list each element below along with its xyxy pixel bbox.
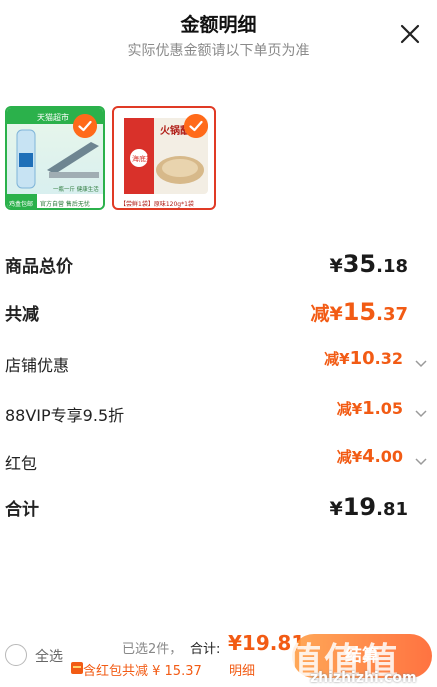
vip-discount-label: 88VIP专享9.5折 (5, 406, 125, 425)
red-packet-label: 红包 (5, 454, 38, 473)
svg-text:官方自营 售后无忧: 官方自营 售后无忧 (40, 200, 90, 208)
svg-text:鸡盒包邮: 鸡盒包邮 (9, 200, 33, 208)
grand-total-value: ¥19.81 (329, 493, 408, 521)
page-subtitle: 实际优惠金额请以下单页为准 (127, 43, 310, 59)
select-all-label[interactable]: 全选 (35, 646, 63, 666)
chevron-down-icon[interactable] (414, 356, 428, 370)
row-red-packet[interactable]: 红包 减¥4.00 (5, 444, 433, 480)
watermark-url: zhizhizhi.com (310, 670, 417, 686)
chevron-down-icon[interactable] (414, 454, 428, 468)
vip-discount-value: 减¥1.05 (336, 398, 403, 419)
chevron-down-icon[interactable] (414, 406, 428, 420)
row-grand-total: 合计 ¥19.81 (5, 491, 433, 527)
total-discount-value: 减¥15.37 (310, 298, 408, 326)
total-discount-label: 共减 (5, 305, 39, 325)
product-thumb-sauce[interactable]: 海底捞 火锅蘸料 【尝鲜1袋】原味120g*1袋 (112, 106, 216, 210)
row-goods-total: 商品总价 ¥35.18 (5, 248, 433, 284)
select-all-radio[interactable] (5, 644, 27, 666)
goods-total-label: 商品总价 (5, 257, 73, 277)
red-packet-note: 含红包共减 ¥ 15.37 (83, 664, 202, 679)
close-icon[interactable] (398, 22, 422, 46)
selected-check-icon[interactable] (184, 114, 208, 138)
selected-count: 已选2件， (122, 642, 183, 657)
svg-text:一瓶一斤 健康生活: 一瓶一斤 健康生活 (53, 185, 99, 193)
grand-total-label: 合计 (5, 500, 39, 520)
store-discount-label: 店铺优惠 (5, 356, 70, 375)
svg-text:【尝鲜1袋】原味120g*1袋: 【尝鲜1袋】原味120g*1袋 (120, 200, 194, 208)
cart-footer: 全选 已选2件， 合计: ¥19.81 含红包共减 ¥ 15.37 明细 结算 … (0, 628, 437, 687)
product-thumb-water[interactable]: 天猫超市 鸡盒包邮 官方自营 售后无忧 一瓶一斤 健康生活 (5, 106, 105, 210)
footer-total-label: 合计: (190, 642, 221, 657)
product-badge: 天猫超市 (37, 112, 69, 122)
detail-header: 金额明细 实际优惠金额请以下单页为准 (0, 0, 437, 90)
store-discount-value: 减¥10.32 (324, 348, 403, 369)
row-vip-discount[interactable]: 88VIP专享9.5折 减¥1.05 (5, 396, 433, 432)
goods-total-value: ¥35.18 (329, 250, 408, 278)
svg-text:海底捞: 海底捞 (132, 154, 153, 163)
selected-check-icon[interactable] (73, 114, 97, 138)
page-title: 金额明细 (180, 14, 257, 36)
row-total-discount: 共减 减¥15.37 (5, 296, 433, 332)
red-packet-value: 减¥4.00 (336, 446, 403, 467)
row-store-discount[interactable]: 店铺优惠 减¥10.32 (5, 346, 433, 382)
detail-link[interactable]: 明细 (229, 660, 255, 679)
red-packet-icon (71, 662, 83, 674)
